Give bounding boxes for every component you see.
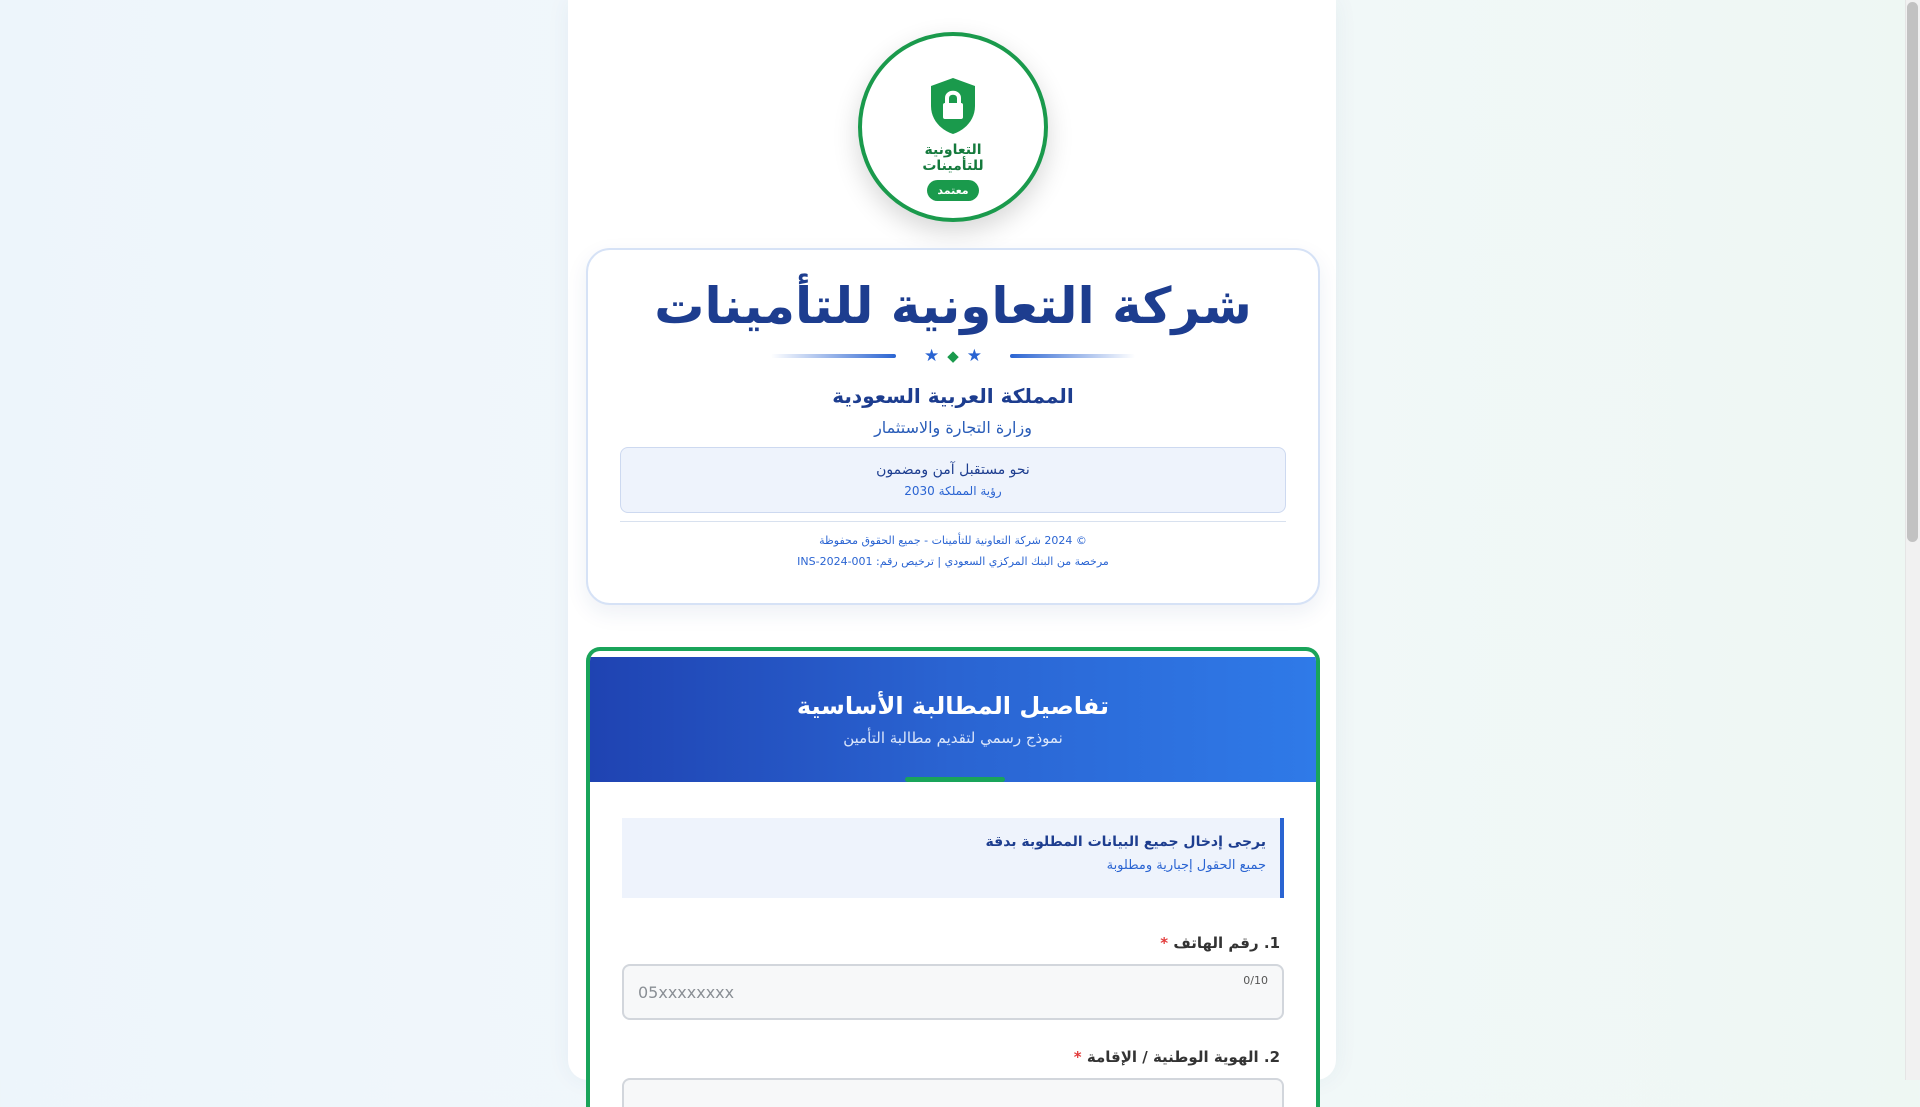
- national-id-field-label: 2. الهوية الوطنية / الإقامة *: [590, 1048, 1280, 1066]
- logo-text: التعاونية للتأمينات: [922, 142, 984, 174]
- claim-form-card: تفاصيل المطالبة الأساسية نموذج رسمي لتقد…: [586, 647, 1320, 1107]
- vision-slogan: نحو مستقبل آمن ومضمون: [876, 462, 1030, 478]
- header-accent-bar: [905, 777, 1005, 782]
- form-header: تفاصيل المطالبة الأساسية نموذج رسمي لتقد…: [590, 657, 1316, 782]
- notice-subtitle: جميع الحقول إجبارية ومطلوبة: [1106, 858, 1266, 873]
- phone-field-label: 1. رقم الهاتف *: [590, 934, 1280, 952]
- vision-2030: رؤية المملكة 2030: [904, 484, 1002, 498]
- phone-input-wrapper: 0/10: [622, 964, 1284, 1020]
- company-logo: التعاونية للتأمينات معتمد: [858, 32, 1048, 222]
- diamond-icon: ◆: [947, 347, 959, 365]
- certified-badge: معتمد: [927, 180, 979, 201]
- copyright-text: © 2024 شركة التعاونية للتأمينات - جميع ا…: [819, 534, 1087, 547]
- form-subtitle: نموذج رسمي لتقديم مطالبة التأمين: [843, 729, 1063, 747]
- phone-char-counter: 0/10: [1243, 974, 1268, 987]
- national-id-label-text: 2. الهوية الوطنية / الإقامة: [1086, 1048, 1280, 1066]
- license-text: مرخصة من البنك المركزي السعودي | ترخيص ر…: [797, 555, 1109, 568]
- form-title: تفاصيل المطالبة الأساسية: [796, 692, 1110, 720]
- vision-box: نحو مستقبل آمن ومضمون رؤية المملكة 2030: [620, 447, 1286, 513]
- scrollbar-thumb[interactable]: [1907, 2, 1918, 542]
- required-marker: *: [1073, 1048, 1082, 1066]
- shield-lock-icon: [931, 78, 975, 134]
- page-scrollbar[interactable]: [1905, 0, 1920, 1080]
- notice-title: يرجى إدخال جميع البيانات المطلوبة بدقة: [985, 834, 1266, 850]
- company-title: شركة التعاونية للتأمينات: [654, 277, 1252, 335]
- star-icon: ★: [966, 346, 983, 366]
- phone-label-text: 1. رقم الهاتف: [1173, 934, 1280, 952]
- divider-line-right: [1010, 354, 1136, 358]
- divider-line-left: [770, 354, 896, 358]
- divider-ornament: ★ ◆ ★: [924, 346, 982, 366]
- star-icon: ★: [923, 346, 940, 366]
- company-info-card: شركة التعاونية للتأمينات ★ ◆ ★ المملكة ا…: [586, 248, 1320, 605]
- title-divider: ★ ◆ ★: [588, 346, 1318, 366]
- kingdom-name: المملكة العربية السعودية: [832, 384, 1074, 408]
- card-separator: [620, 521, 1286, 522]
- ministry-name: وزارة التجارة والاستثمار: [874, 418, 1032, 437]
- phone-input[interactable]: [622, 964, 1284, 1020]
- national-id-input[interactable]: [622, 1078, 1284, 1107]
- required-marker: *: [1160, 934, 1169, 952]
- form-notice: يرجى إدخال جميع البيانات المطلوبة بدقة ج…: [622, 818, 1284, 898]
